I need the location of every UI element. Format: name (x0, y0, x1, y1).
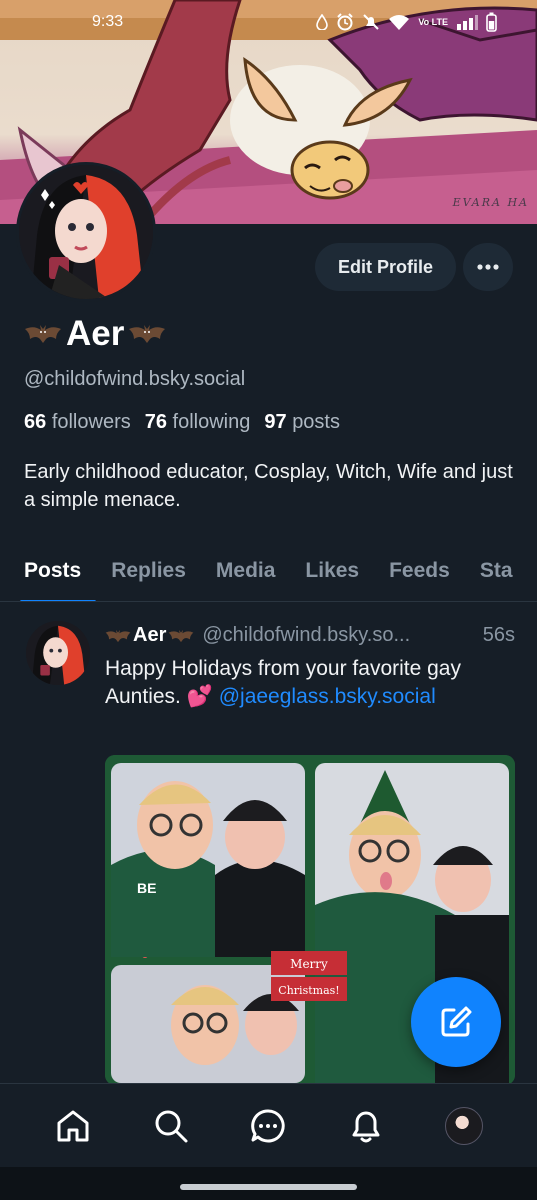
tab-posts[interactable]: Posts (0, 540, 97, 601)
sweater-text: BE (137, 880, 156, 896)
post-timestamp: 56s (482, 624, 515, 646)
ellipsis-icon (477, 264, 499, 270)
tab-likes[interactable]: Likes (290, 540, 374, 601)
followers-stat[interactable]: 66 followers (24, 411, 131, 434)
post-author-avatar[interactable] (26, 621, 90, 685)
status-time: 9:33 (92, 13, 124, 30)
profile-stats: 66 followers 76 following 97 posts (24, 411, 340, 434)
post-author-handle[interactable]: @childofwind.bsky.so... (202, 624, 410, 647)
profile-tabs: Posts Replies Media Likes Feeds Sta (0, 540, 537, 602)
home-icon (57, 1110, 89, 1141)
system-gesture-area (0, 1167, 537, 1200)
merry-text: Merry (290, 957, 328, 971)
post-author-name[interactable]: Aer (105, 624, 194, 647)
post-author-text: Aer (133, 624, 167, 646)
alarm-icon (337, 13, 354, 31)
followers-label: followers (51, 411, 131, 433)
profile-bio: Early childhood educator, Cosplay, Witch… (24, 461, 513, 511)
banner-artist-credit: EVARA HA (452, 196, 529, 209)
compose-icon (441, 1006, 472, 1037)
post-mention-link[interactable]: @jaeeglass.bsky.social (219, 685, 436, 708)
profile-handle: @childofwind.bsky.social (24, 368, 246, 390)
posts-stat: 97 posts (264, 411, 340, 434)
nav-search[interactable] (141, 1096, 201, 1156)
avatar-photo (19, 165, 153, 299)
profile-display-name: Aer (24, 314, 166, 354)
gesture-handle[interactable] (180, 1184, 357, 1190)
post-body: Happy Holidays from your favorite gay Au… (105, 655, 515, 711)
posts-count: 97 (264, 411, 287, 433)
nav-notifications[interactable] (336, 1096, 396, 1156)
avatar-photo (26, 621, 90, 685)
profile-screen: EVARA HA 9:33 Vo LTE Edit Profile Aer @c… (0, 0, 537, 1200)
tab-starter-packs[interactable]: Sta (465, 540, 528, 601)
compose-post-button[interactable] (411, 977, 501, 1067)
signal-icon (457, 15, 478, 30)
status-icons: Vo LTE (316, 12, 497, 32)
following-label: following (172, 411, 251, 433)
posts-label: posts (292, 411, 340, 433)
tab-replies[interactable]: Replies (96, 540, 201, 601)
drop-icon (316, 14, 329, 30)
nav-profile[interactable] (434, 1096, 494, 1156)
network-label: Vo LTE (418, 16, 448, 27)
tab-feeds[interactable]: Feeds (374, 540, 465, 601)
display-name-text: Aer (66, 314, 125, 353)
bat-emoji-icon (105, 629, 131, 642)
bottom-navigation (0, 1083, 537, 1167)
search-icon (155, 1110, 188, 1142)
following-stat[interactable]: 76 following (145, 411, 251, 434)
bat-emoji-icon (169, 629, 194, 642)
mute-icon (363, 14, 380, 30)
followers-count: 66 (24, 411, 47, 433)
wifi-icon (389, 15, 410, 30)
following-count: 76 (144, 411, 167, 433)
nav-profile-avatar (445, 1106, 484, 1145)
tab-media[interactable]: Media (201, 540, 291, 601)
nav-chat[interactable] (238, 1096, 298, 1156)
battery-icon (486, 12, 497, 32)
profile-avatar[interactable] (16, 162, 156, 302)
bat-emoji-icon (129, 325, 166, 343)
more-options-button[interactable] (463, 243, 513, 291)
notifications-icon (352, 1111, 380, 1142)
status-bar: 9:33 Vo LTE (0, 0, 537, 44)
post-header: Aer @childofwind.bsky.so... 56s (105, 624, 515, 647)
chat-icon (251, 1108, 286, 1142)
christmas-text: Christmas! (278, 984, 339, 997)
nav-home[interactable] (43, 1096, 103, 1156)
edit-profile-button[interactable]: Edit Profile (315, 243, 456, 291)
bat-emoji-icon (25, 325, 61, 343)
